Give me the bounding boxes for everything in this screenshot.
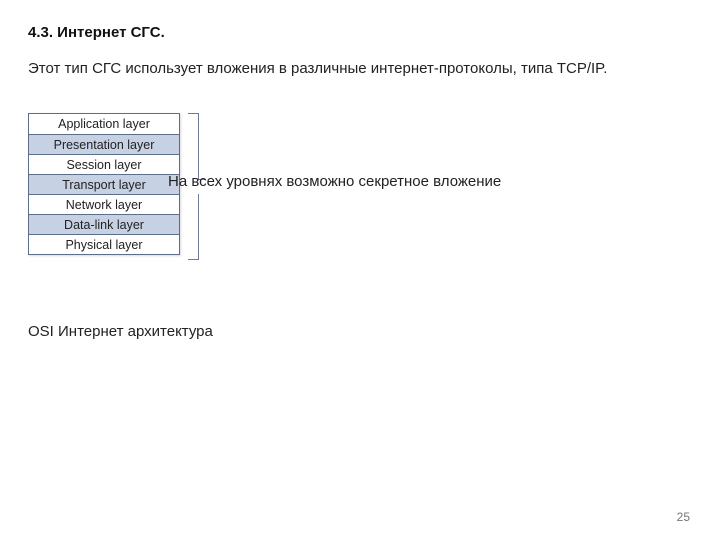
osi-layer: Session layer: [29, 154, 179, 174]
intro-paragraph: Этот тип СГС использует вложения в разли…: [28, 59, 692, 79]
bracket-annotation: На всех уровнях возможно секретное вложе…: [168, 173, 501, 190]
osi-layer: Presentation layer: [29, 134, 179, 154]
osi-diagram: Application layer Presentation layer Ses…: [28, 113, 692, 293]
section-heading: 4.3. Интернет СГС.: [28, 24, 692, 41]
osi-layer: Transport layer: [29, 174, 179, 194]
osi-layer: Network layer: [29, 194, 179, 214]
osi-layer: Data-link layer: [29, 214, 179, 234]
diagram-caption: OSI Интернет архитектура: [28, 323, 692, 340]
osi-layer: Application layer: [29, 114, 179, 134]
osi-stack: Application layer Presentation layer Ses…: [28, 113, 180, 255]
page-number: 25: [677, 510, 690, 524]
slide-page: 4.3. Интернет СГС. Этот тип СГС использу…: [0, 0, 720, 540]
osi-layer: Physical layer: [29, 234, 179, 254]
